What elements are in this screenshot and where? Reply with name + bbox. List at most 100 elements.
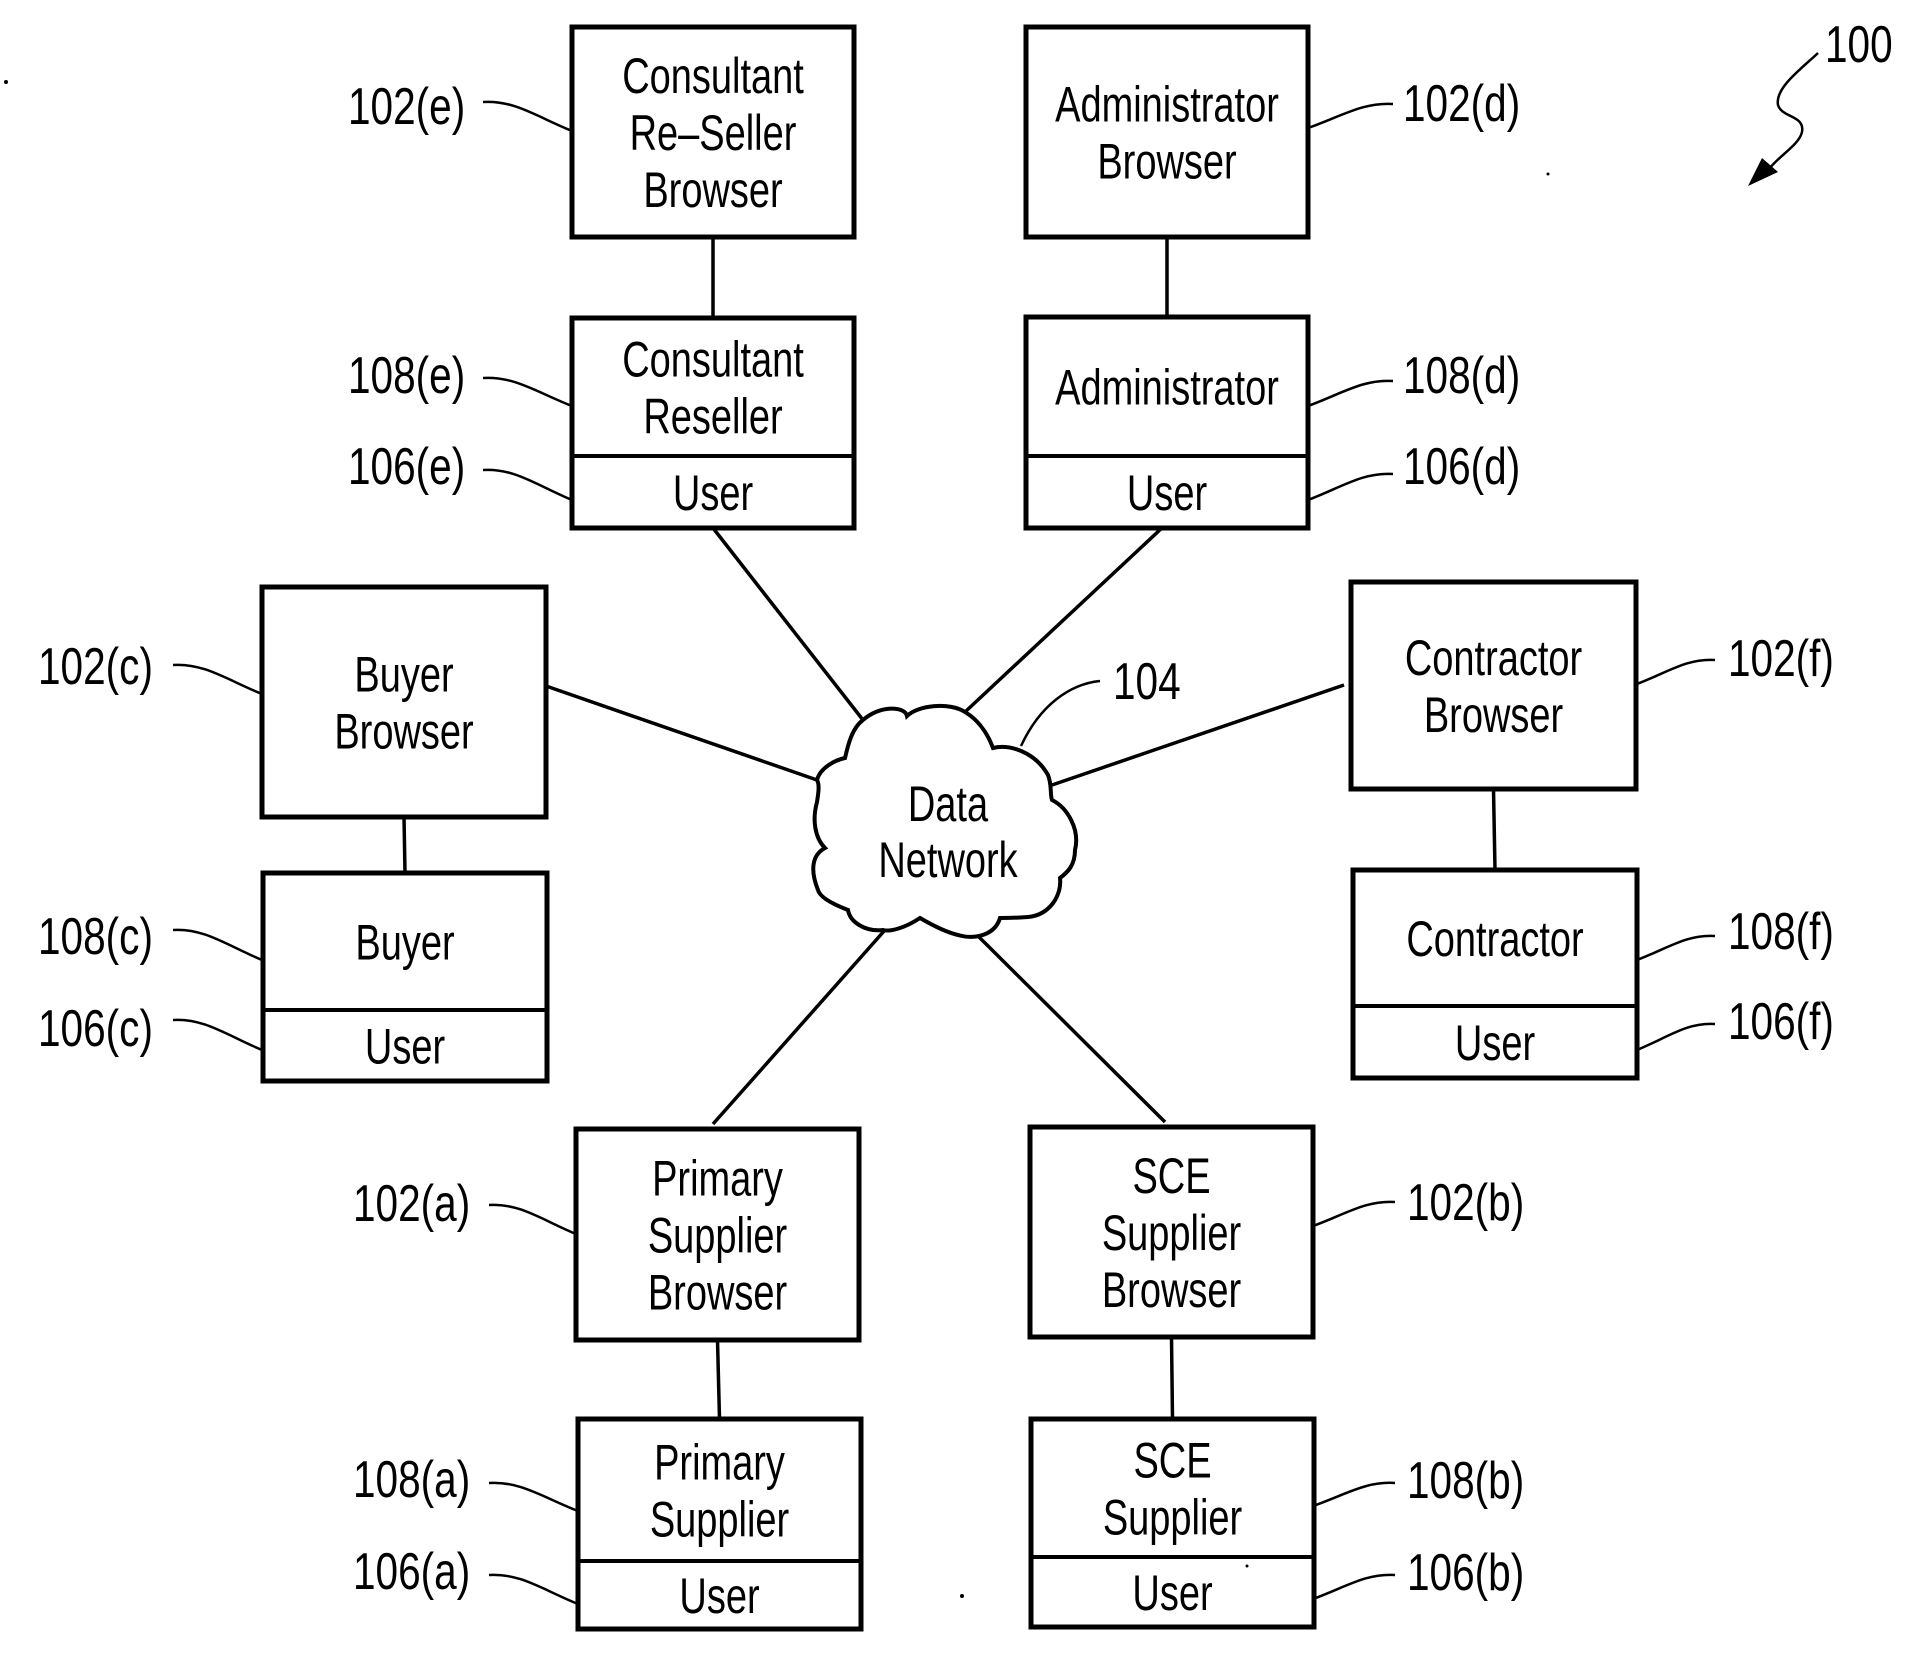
user-ref-leader bbox=[482, 468, 573, 502]
node-buyer: BuyerBrowserBuyerUser102(c)108(c)106(c) bbox=[38, 584, 550, 1084]
browser-label-line: Supplier bbox=[1102, 1206, 1242, 1261]
browser-ref-label: 102(c) bbox=[38, 637, 153, 695]
scan-artifact bbox=[1546, 172, 1550, 176]
browser-label-line: Consultant bbox=[622, 49, 804, 104]
role-ref-leader bbox=[1312, 1481, 1396, 1508]
network-diagram: 100 Data Network 104 Consultant Re–Seller… bbox=[0, 0, 1912, 1659]
user-ref-leader bbox=[1636, 1022, 1716, 1052]
role-label-line: Contractor bbox=[1406, 912, 1584, 967]
browser-label-line: Browser bbox=[643, 163, 782, 218]
node-sce-supplier: SCESupplierBrowserSCESupplierUser102(b)1… bbox=[1027, 1124, 1524, 1630]
user-ref-leader bbox=[172, 1018, 263, 1052]
node-contractor: ContractorBrowserContractorUser102(f)108… bbox=[1348, 579, 1834, 1081]
user-label: User bbox=[1132, 1566, 1212, 1621]
user-ref-leader bbox=[1312, 1573, 1396, 1601]
node-consultant-reseller: ConsultantRe–SellerBrowserConsultantRese… bbox=[348, 24, 857, 531]
user-label: User bbox=[679, 1569, 759, 1624]
role-label-line: Supplier bbox=[650, 1493, 790, 1548]
role-label-line: Primary bbox=[654, 1436, 786, 1491]
browser-ref-leader bbox=[1636, 658, 1716, 686]
browser-label-line: Primary bbox=[652, 1152, 784, 1207]
role-ref-leader bbox=[1307, 379, 1394, 408]
browser-label-line: Contractor bbox=[1405, 631, 1583, 686]
user-box-administrator[interactable]: Administrator User bbox=[1023, 314, 1311, 531]
browser-ref-leader bbox=[172, 663, 263, 696]
user-box-contractor[interactable]: Contractor User bbox=[1350, 867, 1640, 1081]
browser-label-line: SCE bbox=[1132, 1149, 1210, 1204]
node-primary-supplier: PrimarySupplierBrowserPrimarySupplierUse… bbox=[353, 1126, 864, 1632]
browser-label-line: Buyer bbox=[354, 648, 453, 703]
browser-ref-leader bbox=[482, 100, 573, 133]
browser-label-line: Browser bbox=[648, 1266, 787, 1321]
role-ref-label: 108(e) bbox=[348, 346, 465, 404]
scan-artifact bbox=[1245, 1564, 1249, 1568]
role-ref-label: 108(c) bbox=[38, 907, 153, 965]
link-contractor-to-network bbox=[1051, 683, 1345, 787]
user-box-primary-supplier[interactable]: PrimarySupplier User bbox=[575, 1416, 864, 1632]
role-ref-label: 108(d) bbox=[1403, 346, 1520, 404]
role-label-line: Consultant bbox=[622, 333, 804, 388]
user-ref-label: 106(d) bbox=[1403, 437, 1520, 495]
role-ref-leader bbox=[488, 1481, 579, 1513]
browser-ref-leader bbox=[1312, 1200, 1396, 1228]
browser-ref-label: 102(e) bbox=[348, 77, 465, 135]
user-box-sce-supplier[interactable]: SCESupplier User bbox=[1028, 1416, 1317, 1630]
role-ref-label: 108(a) bbox=[353, 1450, 470, 1508]
browser-to-user-link bbox=[1491, 788, 1497, 871]
role-label-line: Administrator bbox=[1055, 361, 1279, 416]
network-label-line-2: Network bbox=[878, 833, 1018, 888]
user-label: User bbox=[673, 466, 753, 521]
browser-ref-leader bbox=[488, 1203, 577, 1236]
browser-label-line: Re–Seller bbox=[630, 106, 797, 161]
browser-box-consultant-reseller[interactable]: ConsultantRe–SellerBrowser bbox=[569, 24, 857, 240]
role-ref-leader bbox=[1636, 934, 1716, 962]
user-ref-label: 106(f) bbox=[1728, 992, 1834, 1050]
user-box-consultant-reseller[interactable]: ConsultantReseller User bbox=[569, 315, 857, 531]
node-administrator: AdministratorBrowserAdministratorUser102… bbox=[1023, 24, 1520, 531]
data-network-cloud: Data Network 104 bbox=[811, 652, 1181, 939]
squiggle-arrow-icon bbox=[1769, 52, 1819, 169]
browser-box-administrator[interactable]: AdministratorBrowser bbox=[1023, 24, 1311, 240]
browser-to-user-link bbox=[1169, 1336, 1175, 1420]
browser-box-buyer[interactable]: BuyerBrowser bbox=[259, 584, 549, 820]
browser-label-line: Browser bbox=[334, 705, 473, 760]
link-buyer-to-network bbox=[545, 684, 818, 782]
browser-label-line: Administrator bbox=[1055, 78, 1279, 133]
user-box-buyer[interactable]: Buyer User bbox=[260, 870, 550, 1084]
scan-artifact bbox=[4, 80, 8, 84]
user-label: User bbox=[1455, 1016, 1535, 1071]
browser-box-primary-supplier[interactable]: PrimarySupplierBrowser bbox=[573, 1126, 862, 1343]
network-label-line-1: Data bbox=[908, 777, 989, 832]
user-ref-leader bbox=[1307, 472, 1394, 502]
role-ref-label: 108(f) bbox=[1728, 902, 1834, 960]
user-ref-label: 106(a) bbox=[353, 1542, 470, 1600]
user-label: User bbox=[365, 1020, 445, 1075]
figure-reference-label: 100 bbox=[1825, 15, 1893, 73]
user-ref-label: 106(b) bbox=[1407, 1543, 1524, 1601]
network-ref-label: 104 bbox=[1113, 652, 1181, 710]
role-label-line: Buyer bbox=[355, 916, 454, 971]
scan-artifact bbox=[960, 1594, 964, 1598]
browser-to-user-link bbox=[715, 1339, 722, 1420]
browser-ref-label: 102(b) bbox=[1407, 1173, 1524, 1231]
user-ref-label: 106(c) bbox=[38, 999, 153, 1057]
user-label: User bbox=[1127, 466, 1207, 521]
browser-ref-label: 102(d) bbox=[1403, 74, 1520, 132]
role-ref-label: 108(b) bbox=[1407, 1451, 1524, 1509]
browser-box-contractor[interactable]: ContractorBrowser bbox=[1348, 579, 1639, 792]
diagram-canvas: 100 Data Network 104 ConsultantRe–Seller… bbox=[4, 15, 1893, 1632]
browser-ref-label: 102(f) bbox=[1728, 629, 1834, 687]
browser-label-line: Browser bbox=[1102, 1263, 1241, 1318]
browser-label-line: Browser bbox=[1424, 688, 1563, 743]
user-ref-label: 106(e) bbox=[348, 437, 465, 495]
browser-box-sce-supplier[interactable]: SCESupplierBrowser bbox=[1027, 1124, 1316, 1340]
role-ref-leader bbox=[172, 928, 263, 962]
user-ref-leader bbox=[488, 1573, 579, 1606]
role-ref-leader bbox=[482, 376, 573, 408]
browser-to-user-link bbox=[402, 816, 407, 874]
role-label-line: Reseller bbox=[643, 390, 783, 445]
link-consultant-to-network bbox=[711, 526, 865, 722]
browser-ref-leader bbox=[1307, 102, 1394, 130]
browser-label-line: Supplier bbox=[648, 1209, 788, 1264]
browser-ref-label: 102(a) bbox=[353, 1174, 470, 1232]
